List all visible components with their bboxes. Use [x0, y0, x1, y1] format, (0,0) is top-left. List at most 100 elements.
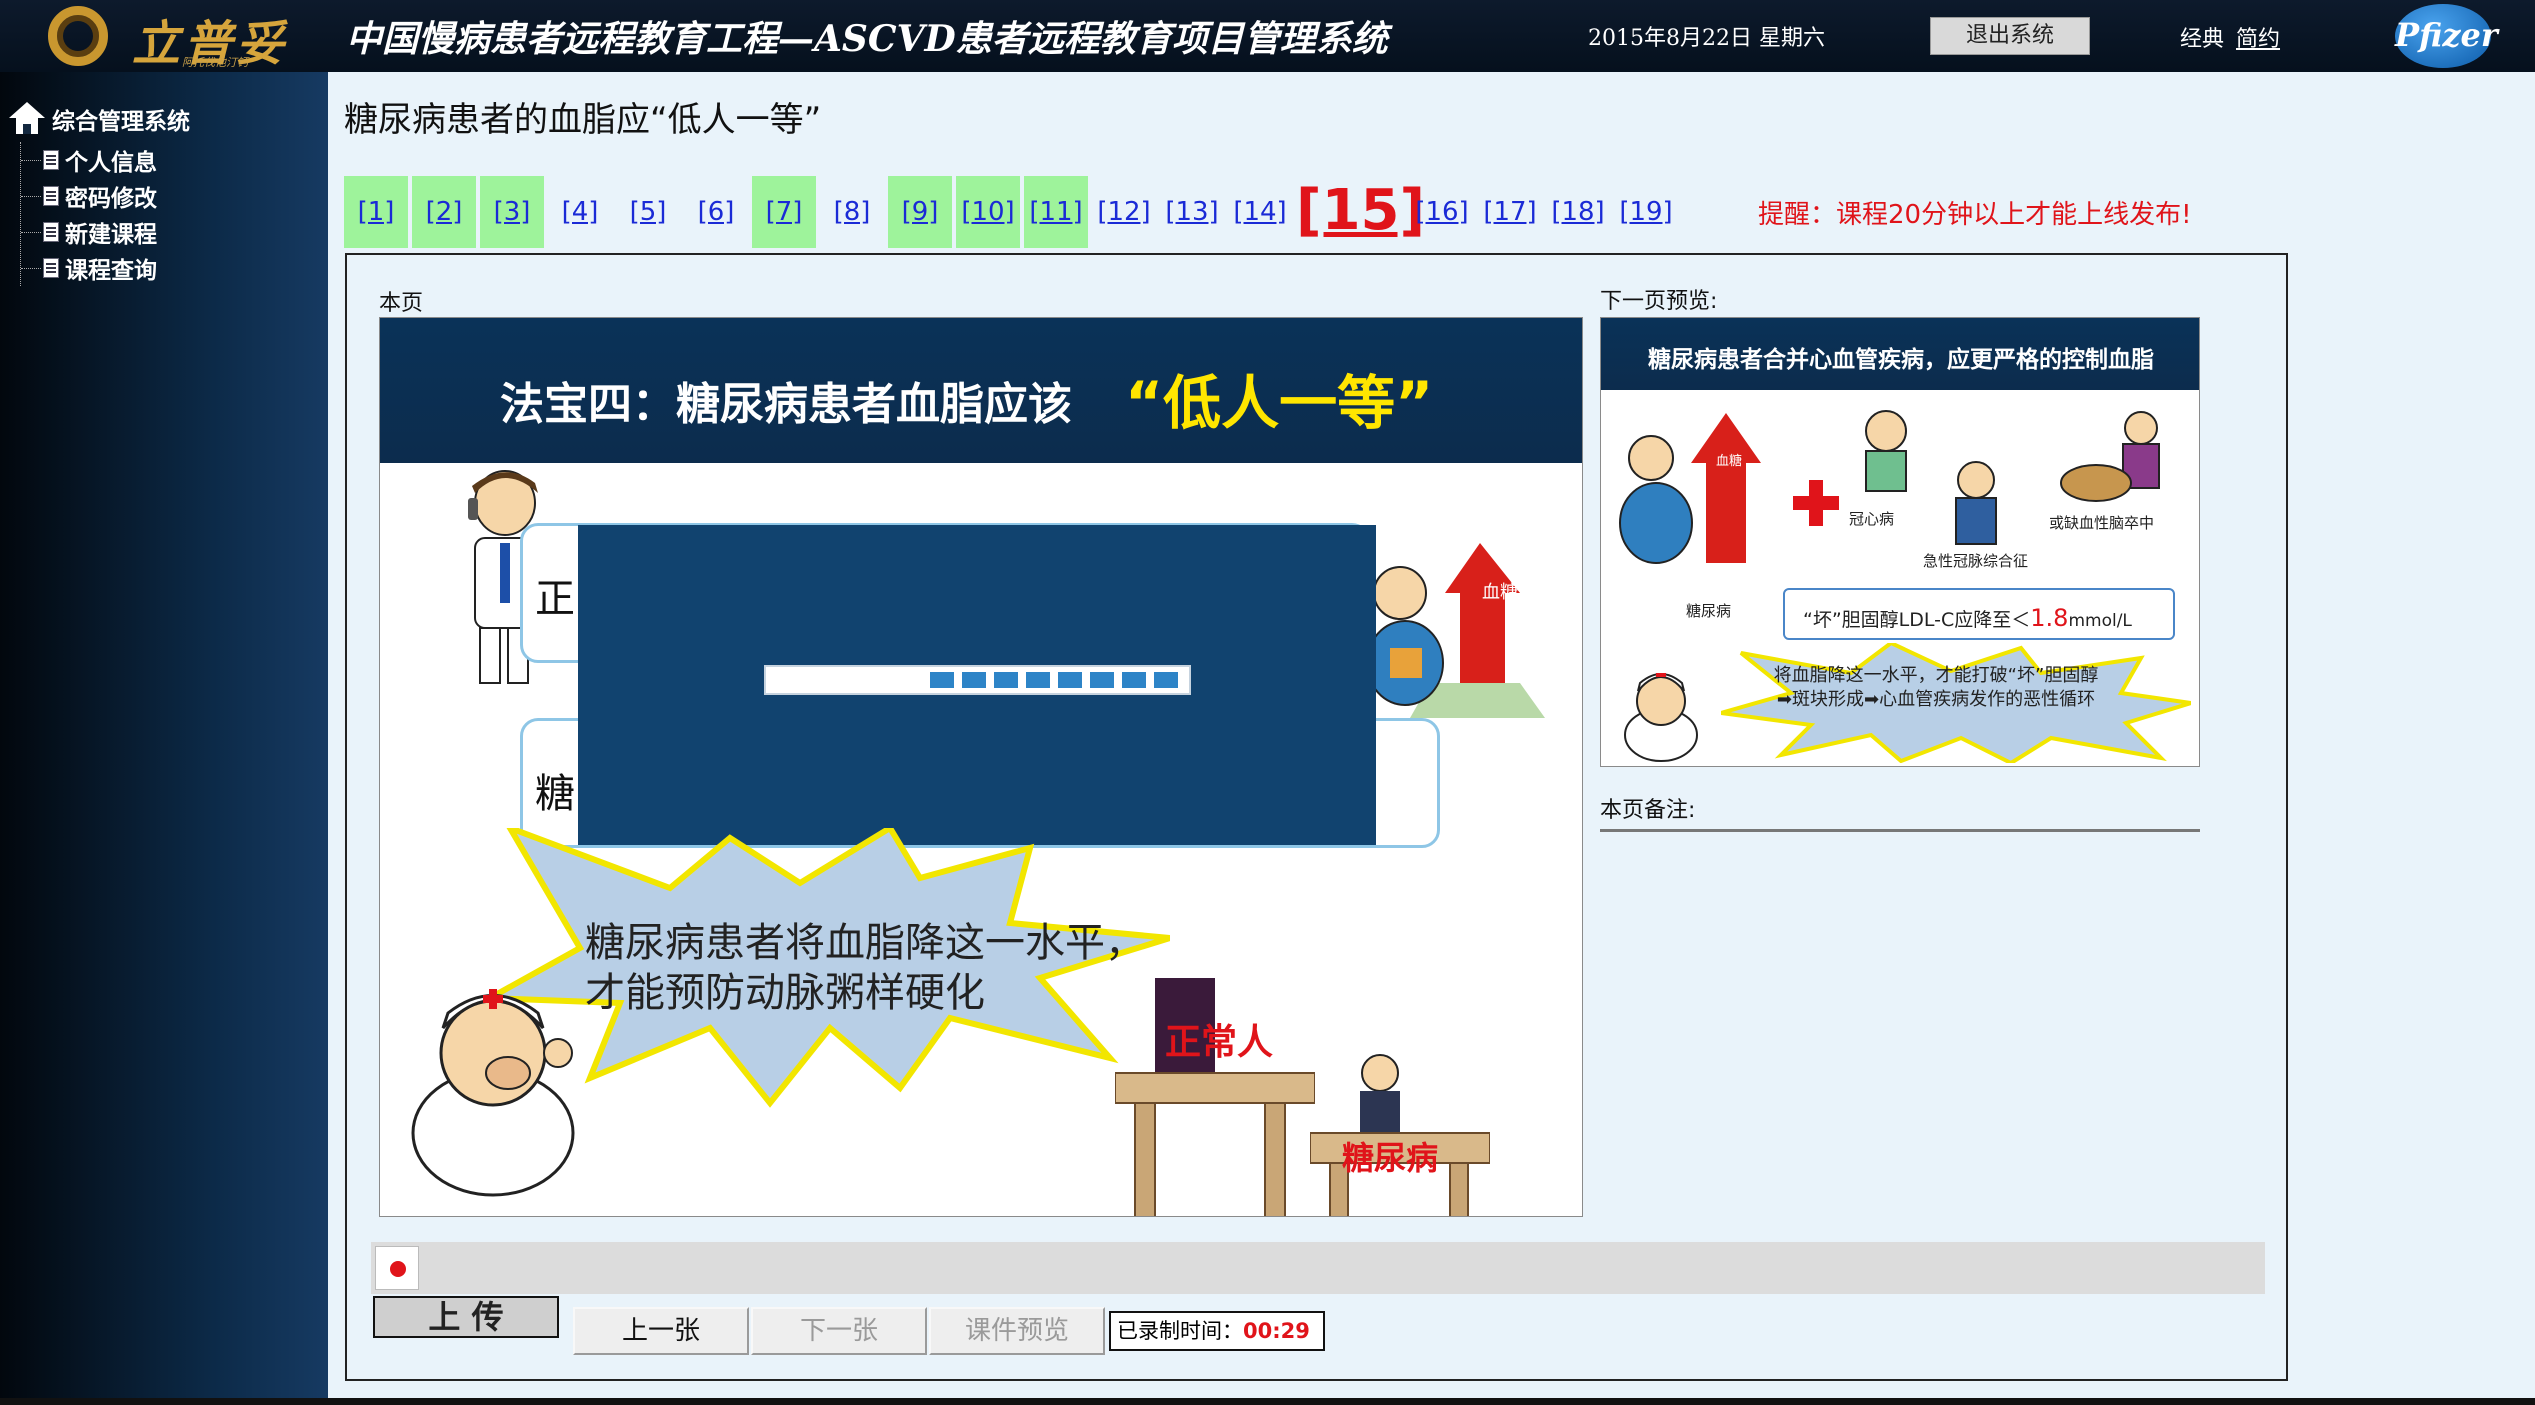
preview-coronary-label: 冠心病 — [1849, 510, 1895, 528]
mode-classic-label: 经典 — [2180, 27, 2225, 52]
sidebar-item-new-course[interactable]: 新建课程 — [21, 214, 157, 250]
ldl-target-box: “坏”胆固醇LDL-C应降至＜1.8mmol/L — [1783, 588, 2175, 640]
tree-root-item[interactable]: 综合管理系统 — [8, 102, 190, 136]
slide-header: 法宝四：糖尿病患者血脂应该 “低人一等” — [380, 318, 1582, 463]
preview-title: 糖尿病患者合并心血管疾病，应更严格的控制血脂 — [1648, 347, 2154, 373]
pfizer-logo: Pfizer — [2395, 4, 2498, 68]
page-link-15[interactable]: [15] — [1296, 176, 1425, 248]
page-link-18[interactable]: [18] — [1546, 176, 1610, 248]
page-link-6[interactable]: [6] — [684, 176, 748, 248]
sidebar-item-label: 个人信息 — [65, 150, 157, 176]
logout-button[interactable]: 退出系统 — [1930, 17, 2090, 55]
sidebar-item-label: 密码修改 — [65, 186, 157, 212]
slide-title-emphasis: “低人一等” — [1125, 369, 1434, 437]
app-title: 中国慢病患者远程教育工程—ASCVD患者远程教育项目管理系统 — [346, 18, 1388, 60]
progress-segment — [962, 672, 986, 688]
page-link-17[interactable]: [17] — [1478, 176, 1542, 248]
logo-ring-icon — [48, 6, 108, 66]
page-link-13[interactable]: [13] — [1160, 176, 1224, 248]
upload-button[interactable]: 上 传 — [373, 1296, 559, 1338]
course-preview-button[interactable]: 课件预览 — [929, 1307, 1105, 1355]
ldl-target-text: “坏”胆固醇LDL-C应降至＜1.8mmol/L — [1803, 604, 2132, 632]
home-icon — [8, 102, 46, 136]
page-link-7[interactable]: [7] — [752, 176, 816, 248]
ldl-value: 1.8 — [2030, 604, 2069, 632]
starburst-text: 糖尿病患者将血脂降这一水平，才能预防动脉粥样硬化 — [585, 920, 1145, 1016]
tree-root-label: 综合管理系统 — [52, 109, 190, 135]
app-header: 立普妥 阿托伐他汀钙 中国慢病患者远程教育工程—ASCVD患者远程教育项目管理系… — [0, 0, 2535, 72]
page-link-2[interactable]: [2] — [412, 176, 476, 248]
document-icon — [43, 150, 59, 170]
document-icon — [43, 222, 59, 242]
page-link-12[interactable]: [12] — [1092, 176, 1156, 248]
timer-value: 00:29 — [1243, 1319, 1310, 1343]
progress-segment — [994, 672, 1018, 688]
red-cross-icon — [1793, 480, 1839, 526]
progress-segment — [1090, 672, 1114, 688]
preview-stroke-label: 或缺血性脑卒中 — [2049, 514, 2155, 532]
recorded-time-display: 已录制时间：00:29 — [1109, 1311, 1325, 1351]
podium-diabetes-label: 糖尿病 — [1342, 1139, 1439, 1177]
diabetic-man-illustration: 血糖 — [1370, 543, 1545, 718]
page-link-9[interactable]: [9] — [888, 176, 952, 248]
document-icon — [43, 186, 59, 206]
reminder-text: 提醒：课程20分钟以上才能上线发布! — [1758, 200, 2192, 230]
notes-label: 本页备注: — [1600, 792, 2200, 832]
sidebar-item-password[interactable]: 密码修改 — [21, 178, 157, 214]
page-link-5[interactable]: [5] — [616, 176, 680, 248]
loading-overlay — [578, 525, 1376, 845]
progress-segment — [1154, 672, 1178, 688]
preview-acs-label: 急性冠脉综合征 — [1923, 552, 2029, 570]
progress-segment — [930, 672, 954, 688]
record-button[interactable] — [375, 1246, 419, 1290]
progress-segment — [1122, 672, 1146, 688]
ldl-unit: mmol/L — [2068, 611, 2132, 631]
acs-patient-illustration — [1955, 461, 1997, 545]
preview-doctor-illustration — [1624, 673, 1698, 762]
current-slide-label: 本页 — [379, 291, 424, 316]
page-link-16[interactable]: [16] — [1410, 176, 1474, 248]
recording-toolbar — [371, 1242, 2265, 1294]
page-link-14[interactable]: [14] — [1228, 176, 1292, 248]
document-icon — [43, 258, 59, 278]
ldl-prefix: “坏”胆固醇LDL-C应降至＜ — [1803, 609, 2031, 631]
sidebar-item-profile[interactable]: 个人信息 — [21, 142, 157, 178]
preview-diabetes-label: 糖尿病 — [1686, 602, 1732, 620]
page-link-8[interactable]: [8] — [820, 176, 884, 248]
slide-title: 法宝四：糖尿病患者血脂应该 — [500, 379, 1072, 430]
page-link-3[interactable]: [3] — [480, 176, 544, 248]
current-slide: 法宝四：糖尿病患者血脂应该 “低人一等” 正 糖 血糖 糖尿病患者将血脂降这一水… — [379, 317, 1583, 1217]
page-link-1[interactable]: [1] — [344, 176, 408, 248]
next-slide-button[interactable]: 下一张 — [751, 1307, 927, 1355]
page-title: 糖尿病患者的血脂应“低人一等” — [344, 100, 822, 140]
lipitor-logo: 立普妥 阿托伐他汀钙 — [40, 4, 320, 72]
next-slide-preview[interactable]: 糖尿病患者合并心血管疾病，应更严格的控制血脂 血糖 冠心病 急性冠脉综合征 或缺… — [1600, 317, 2200, 767]
preview-blood-sugar-label: 血糖 — [1716, 453, 1742, 468]
box1-text: 正 — [535, 576, 575, 622]
progress-segment — [1026, 672, 1050, 688]
page-link-4[interactable]: [4] — [548, 176, 612, 248]
doctor-cartoon-illustration — [411, 989, 575, 1197]
progress-segment — [1058, 672, 1082, 688]
blood-sugar-label: 血糖 — [1482, 582, 1518, 602]
page-link-11[interactable]: [11] — [1024, 176, 1088, 248]
sidebar: 综合管理系统 个人信息 密码修改 新建课程 课程查询 — [0, 72, 328, 1405]
coronary-patient-illustration — [1865, 410, 1907, 492]
mode-simple-link[interactable]: 简约 — [2236, 21, 2280, 53]
sidebar-item-label: 新建课程 — [65, 222, 157, 248]
sidebar-item-label: 课程查询 — [65, 258, 157, 284]
course-editor-panel: 本页 下一页预览: 法宝四：糖尿病患者血脂应该 “低人一等” 正 糖 血糖 糖尿… — [345, 253, 2288, 1381]
box2-text: 糖 — [535, 771, 575, 817]
loading-progress-bar — [764, 665, 1191, 695]
stroke-patient-illustration — [2060, 411, 2160, 502]
timer-label: 已录制时间： — [1117, 1319, 1243, 1343]
next-preview-label: 下一页预览: — [1600, 289, 1718, 314]
sidebar-menu: 个人信息 密码修改 新建课程 课程查询 — [20, 142, 157, 286]
sidebar-item-course-search[interactable]: 课程查询 — [21, 250, 157, 286]
page-link-10[interactable]: [10] — [956, 176, 1020, 248]
preview-diabetic-man-illustration: 血糖 — [1619, 413, 1761, 564]
page-link-19[interactable]: [19] — [1614, 176, 1678, 248]
previous-slide-button[interactable]: 上一张 — [573, 1307, 749, 1355]
podium-normal-label: 正常人 — [1165, 1022, 1274, 1063]
preview-starburst-text: 将血脂降这一水平，才能打破“坏”胆固醇➡斑块形成➡心血管疾病发作的恶性循环 — [1773, 665, 2099, 710]
